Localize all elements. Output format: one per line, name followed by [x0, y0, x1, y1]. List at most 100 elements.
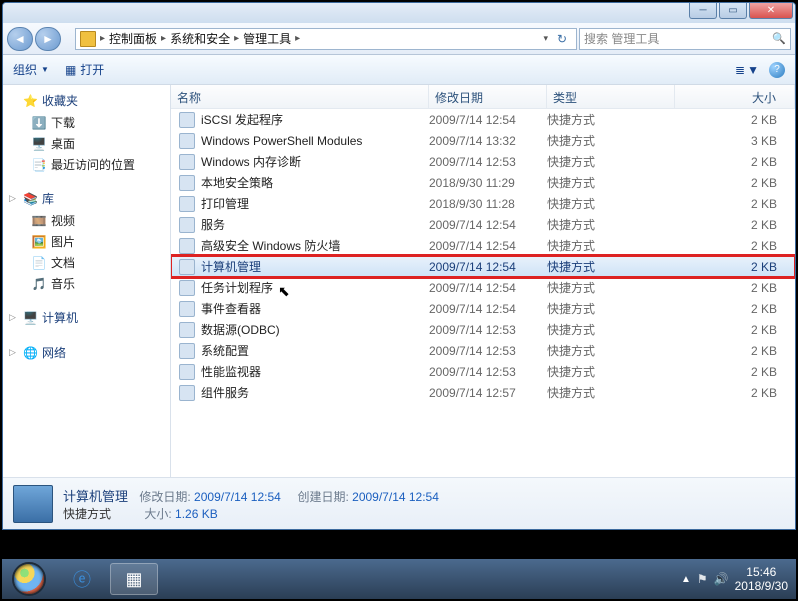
file-name: 本地安全策略: [201, 174, 273, 191]
col-size[interactable]: 大小: [675, 85, 795, 108]
file-size: 2 KB: [675, 281, 795, 295]
toolbar: 组织▼ ▦ 打开 ≣ ▼ ?: [3, 55, 795, 85]
tree-item-label: 图片: [51, 233, 75, 250]
col-type[interactable]: 类型: [547, 85, 675, 108]
file-row[interactable]: Windows 内存诊断2009/7/14 12:53快捷方式2 KB: [171, 151, 795, 172]
file-type: 快捷方式: [547, 300, 675, 317]
tree-item[interactable]: 🖼️图片: [3, 231, 170, 252]
breadcrumb-system-security[interactable]: 系统和安全: [170, 30, 230, 47]
taskbar-explorer[interactable]: ▦: [110, 563, 158, 595]
tray-overflow-button[interactable]: ▲: [681, 574, 691, 585]
titlebar: ─ ▭ ✕: [3, 3, 795, 23]
file-size: 2 KB: [675, 113, 795, 127]
details-meta: 计算机管理 修改日期: 2009/7/14 12:54 创建日期: 2009/7…: [63, 486, 439, 522]
minimize-button[interactable]: ─: [689, 3, 717, 19]
shortcut-icon: [179, 322, 195, 338]
file-type: 快捷方式: [547, 258, 675, 275]
tray-clock[interactable]: 15:46 2018/9/30: [735, 565, 788, 593]
details-mod-label: 修改日期:: [139, 490, 190, 504]
tree-item[interactable]: 🖥️桌面: [3, 133, 170, 154]
tree-libraries[interactable]: ▷📚库: [3, 187, 170, 210]
col-date[interactable]: 修改日期: [429, 85, 547, 108]
help-button[interactable]: ?: [769, 62, 785, 78]
file-date: 2009/7/14 12:54: [429, 302, 547, 316]
file-row[interactable]: iSCSI 发起程序2009/7/14 12:54快捷方式2 KB: [171, 109, 795, 130]
file-row[interactable]: Windows PowerShell Modules2009/7/14 13:3…: [171, 130, 795, 151]
column-headers: 名称 修改日期 类型 大小: [171, 85, 795, 109]
tree-item[interactable]: 🎞️视频: [3, 210, 170, 231]
file-date: 2009/7/14 12:53: [429, 323, 547, 337]
view-button[interactable]: ≣ ▼: [735, 63, 759, 77]
tree-item[interactable]: 📑最近访问的位置: [3, 154, 170, 175]
file-size: 3 KB: [675, 134, 795, 148]
file-row[interactable]: 任务计划程序2009/7/14 12:54快捷方式2 KB: [171, 277, 795, 298]
file-name: 组件服务: [201, 384, 249, 401]
file-name: iSCSI 发起程序: [201, 111, 283, 128]
file-row[interactable]: 性能监视器2009/7/14 12:53快捷方式2 KB: [171, 361, 795, 382]
maximize-button[interactable]: ▭: [719, 3, 747, 19]
file-type: 快捷方式: [547, 153, 675, 170]
tree-favorites[interactable]: ⭐收藏夹: [3, 89, 170, 112]
shortcut-icon: [179, 112, 195, 128]
details-created-label: 创建日期:: [297, 490, 348, 504]
file-row[interactable]: 组件服务2009/7/14 12:57快捷方式2 KB: [171, 382, 795, 403]
file-date: 2009/7/14 12:54: [429, 260, 547, 274]
back-button[interactable]: ◄: [7, 27, 33, 51]
tree-item-label: 最近访问的位置: [51, 156, 135, 173]
chevron-right-icon: ▸: [98, 33, 107, 44]
tree-item-label: 音乐: [51, 275, 75, 292]
taskbar-ie[interactable]: ⓔ: [58, 563, 106, 595]
library-icon: 📚: [23, 192, 38, 206]
tree-item[interactable]: 📄文档: [3, 252, 170, 273]
search-input[interactable]: 搜索 管理工具: [579, 28, 791, 50]
start-button[interactable]: [2, 559, 56, 599]
shortcut-icon: [179, 238, 195, 254]
file-name: 系统配置: [201, 342, 249, 359]
explorer-window: ─ ▭ ✕ ◄ ► ▸ 控制面板 ▸ 系统和安全 ▸ 管理工具 ▸ ▾ ↻ 搜索…: [2, 2, 796, 530]
shortcut-icon: [179, 280, 195, 296]
file-type: 快捷方式: [547, 384, 675, 401]
file-row[interactable]: 事件查看器2009/7/14 12:54快捷方式2 KB: [171, 298, 795, 319]
shortcut-icon: [179, 196, 195, 212]
tree-network[interactable]: ▷🌐网络: [3, 341, 170, 364]
tree-computer[interactable]: ▷🖥️计算机: [3, 306, 170, 329]
chevron-right-icon: ▷: [9, 193, 19, 204]
file-row[interactable]: 计算机管理2009/7/14 12:54快捷方式2 KB: [171, 256, 795, 277]
chevron-down-icon: ▼: [41, 65, 49, 74]
tree-label: 网络: [42, 344, 66, 361]
file-row[interactable]: 服务2009/7/14 12:54快捷方式2 KB: [171, 214, 795, 235]
shortcut-icon: [179, 217, 195, 233]
breadcrumb-control-panel[interactable]: 控制面板: [109, 30, 157, 47]
file-row[interactable]: 系统配置2009/7/14 12:53快捷方式2 KB: [171, 340, 795, 361]
file-name: 任务计划程序: [201, 279, 273, 296]
tree-item-icon: 🖥️: [31, 137, 47, 151]
details-mod-val: 2009/7/14 12:54: [194, 490, 281, 504]
tree-label: 收藏夹: [42, 92, 78, 109]
close-button[interactable]: ✕: [749, 3, 793, 19]
tree-item-icon: 🎵: [31, 277, 47, 291]
file-row[interactable]: 本地安全策略2018/9/30 11:29快捷方式2 KB: [171, 172, 795, 193]
tray-flag-icon[interactable]: ⚑: [697, 572, 708, 586]
file-row[interactable]: 数据源(ODBC)2009/7/14 12:53快捷方式2 KB: [171, 319, 795, 340]
address-dropdown-icon[interactable]: ▾: [541, 33, 550, 44]
file-row[interactable]: 高级安全 Windows 防火墙2009/7/14 12:54快捷方式2 KB: [171, 235, 795, 256]
breadcrumb-admin-tools[interactable]: 管理工具: [243, 30, 291, 47]
organize-button[interactable]: 组织▼: [13, 61, 49, 78]
refresh-button[interactable]: ↻: [552, 32, 572, 46]
tree-item-icon: ⬇️: [31, 116, 47, 130]
col-name[interactable]: 名称: [171, 85, 429, 108]
tree-item[interactable]: ⬇️下载: [3, 112, 170, 133]
file-row[interactable]: 打印管理2018/9/30 11:28快捷方式2 KB: [171, 193, 795, 214]
file-type: 快捷方式: [547, 195, 675, 212]
file-name: 打印管理: [201, 195, 249, 212]
open-button[interactable]: ▦ 打开: [65, 61, 104, 78]
file-date: 2009/7/14 13:32: [429, 134, 547, 148]
clock-time: 15:46: [735, 565, 788, 579]
tree-item[interactable]: 🎵 音乐: [3, 273, 170, 294]
tray-volume-icon[interactable]: 🔊: [714, 572, 729, 586]
windows-orb-icon: [12, 562, 46, 596]
file-name: 数据源(ODBC): [201, 321, 280, 338]
file-type: 快捷方式: [547, 363, 675, 380]
address-bar[interactable]: ▸ 控制面板 ▸ 系统和安全 ▸ 管理工具 ▸ ▾ ↻: [75, 28, 577, 50]
forward-button[interactable]: ►: [35, 27, 61, 51]
